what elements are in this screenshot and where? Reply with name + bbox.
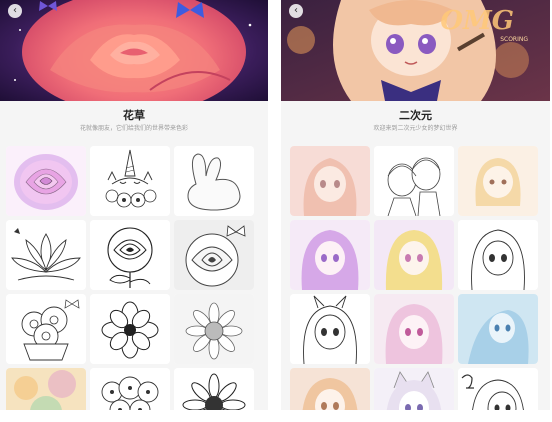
sunflower-bloom-tile[interactable] bbox=[174, 368, 254, 410]
sunflower-tile[interactable] bbox=[174, 294, 254, 364]
anime-girl-icon bbox=[290, 368, 370, 410]
anime-chibi-tile[interactable] bbox=[458, 146, 538, 216]
anime-girl-tile[interactable] bbox=[290, 146, 370, 216]
bouquet-icon bbox=[6, 294, 86, 364]
rose-icon bbox=[90, 220, 170, 290]
anime-girl-icon bbox=[374, 220, 454, 290]
flower-wreath-tile[interactable] bbox=[90, 368, 170, 410]
flowers-banner: ‹ bbox=[0, 0, 268, 101]
back-button[interactable]: ‹ bbox=[289, 4, 303, 18]
sunflower-icon bbox=[174, 294, 254, 364]
anime-purple-hair-tile[interactable] bbox=[290, 220, 370, 290]
banner-logo-text: OMG bbox=[440, 6, 514, 36]
flower-bouquet-tile[interactable] bbox=[6, 294, 86, 364]
rose-banner-image bbox=[0, 0, 268, 101]
colored-flowers-tile[interactable] bbox=[6, 368, 86, 410]
anime-pink-girl-tile[interactable] bbox=[374, 294, 454, 364]
rose-sketch-tile[interactable] bbox=[90, 220, 170, 290]
banner-sub-text: SCORING bbox=[500, 36, 528, 43]
anime-peach-girl-tile[interactable] bbox=[290, 368, 370, 410]
page-subtitle: 花就像朋友，它们给我们的世界带来色彩 bbox=[79, 125, 188, 132]
flower-icon bbox=[90, 294, 170, 364]
anime-cat-girl-tile[interactable] bbox=[374, 368, 454, 410]
flower-grid bbox=[6, 146, 254, 410]
rose-icon bbox=[6, 146, 86, 216]
rose-butterfly-tile[interactable] bbox=[174, 220, 254, 290]
chevron-left-icon: ‹ bbox=[13, 5, 17, 16]
anime-devil-girl-tile[interactable] bbox=[290, 294, 370, 364]
flower-garland-tile[interactable] bbox=[90, 294, 170, 364]
unicorn-tile[interactable] bbox=[90, 146, 170, 216]
anime-girl-icon bbox=[458, 146, 538, 216]
anime-girl-icon bbox=[374, 368, 454, 410]
page-title: 二次元 bbox=[399, 109, 432, 122]
anime-girl-icon bbox=[458, 294, 538, 364]
rose-icon bbox=[174, 220, 254, 290]
chevron-left-icon: ‹ bbox=[294, 5, 298, 16]
anime-yellow-girl-tile[interactable] bbox=[374, 220, 454, 290]
anime-girl-icon bbox=[290, 220, 370, 290]
back-button[interactable]: ‹ bbox=[8, 4, 22, 18]
page-title: 花草 bbox=[123, 109, 145, 122]
anime-sketch-girl-tile[interactable] bbox=[458, 220, 538, 290]
bunny-icon bbox=[174, 146, 254, 216]
unicorn-icon bbox=[90, 146, 170, 216]
lotus-tile[interactable] bbox=[6, 220, 86, 290]
anime-mermaid-tile[interactable] bbox=[458, 294, 538, 364]
anime-zodiac-girl-tile[interactable] bbox=[458, 368, 538, 410]
anime-couple-tile[interactable] bbox=[374, 146, 454, 216]
sunflower-icon bbox=[174, 368, 254, 410]
anime-girl-icon bbox=[458, 220, 538, 290]
anime-girl-icon bbox=[290, 294, 370, 364]
bunny-tile[interactable] bbox=[174, 146, 254, 216]
flowers-screen: ‹ 花草 花就像朋友，它们给我们的世界带来色彩 bbox=[0, 0, 268, 410]
anime-banner: OMG SCORING ‹ bbox=[281, 0, 550, 101]
flower-icon bbox=[6, 368, 86, 410]
lotus-icon bbox=[6, 220, 86, 290]
anime-screen: OMG SCORING ‹ 二次元 欢迎来到二次元少女的梦幻世界 bbox=[281, 0, 550, 410]
flower-icon bbox=[90, 368, 170, 410]
pink-rose-tile[interactable] bbox=[6, 146, 86, 216]
anime-girl-icon bbox=[290, 146, 370, 216]
anime-girl-icon bbox=[374, 294, 454, 364]
page-subtitle: 欢迎来到二次元少女的梦幻世界 bbox=[373, 125, 458, 132]
anime-couple-icon bbox=[374, 146, 454, 216]
anime-grid bbox=[290, 146, 538, 410]
anime-girl-icon bbox=[458, 368, 538, 410]
